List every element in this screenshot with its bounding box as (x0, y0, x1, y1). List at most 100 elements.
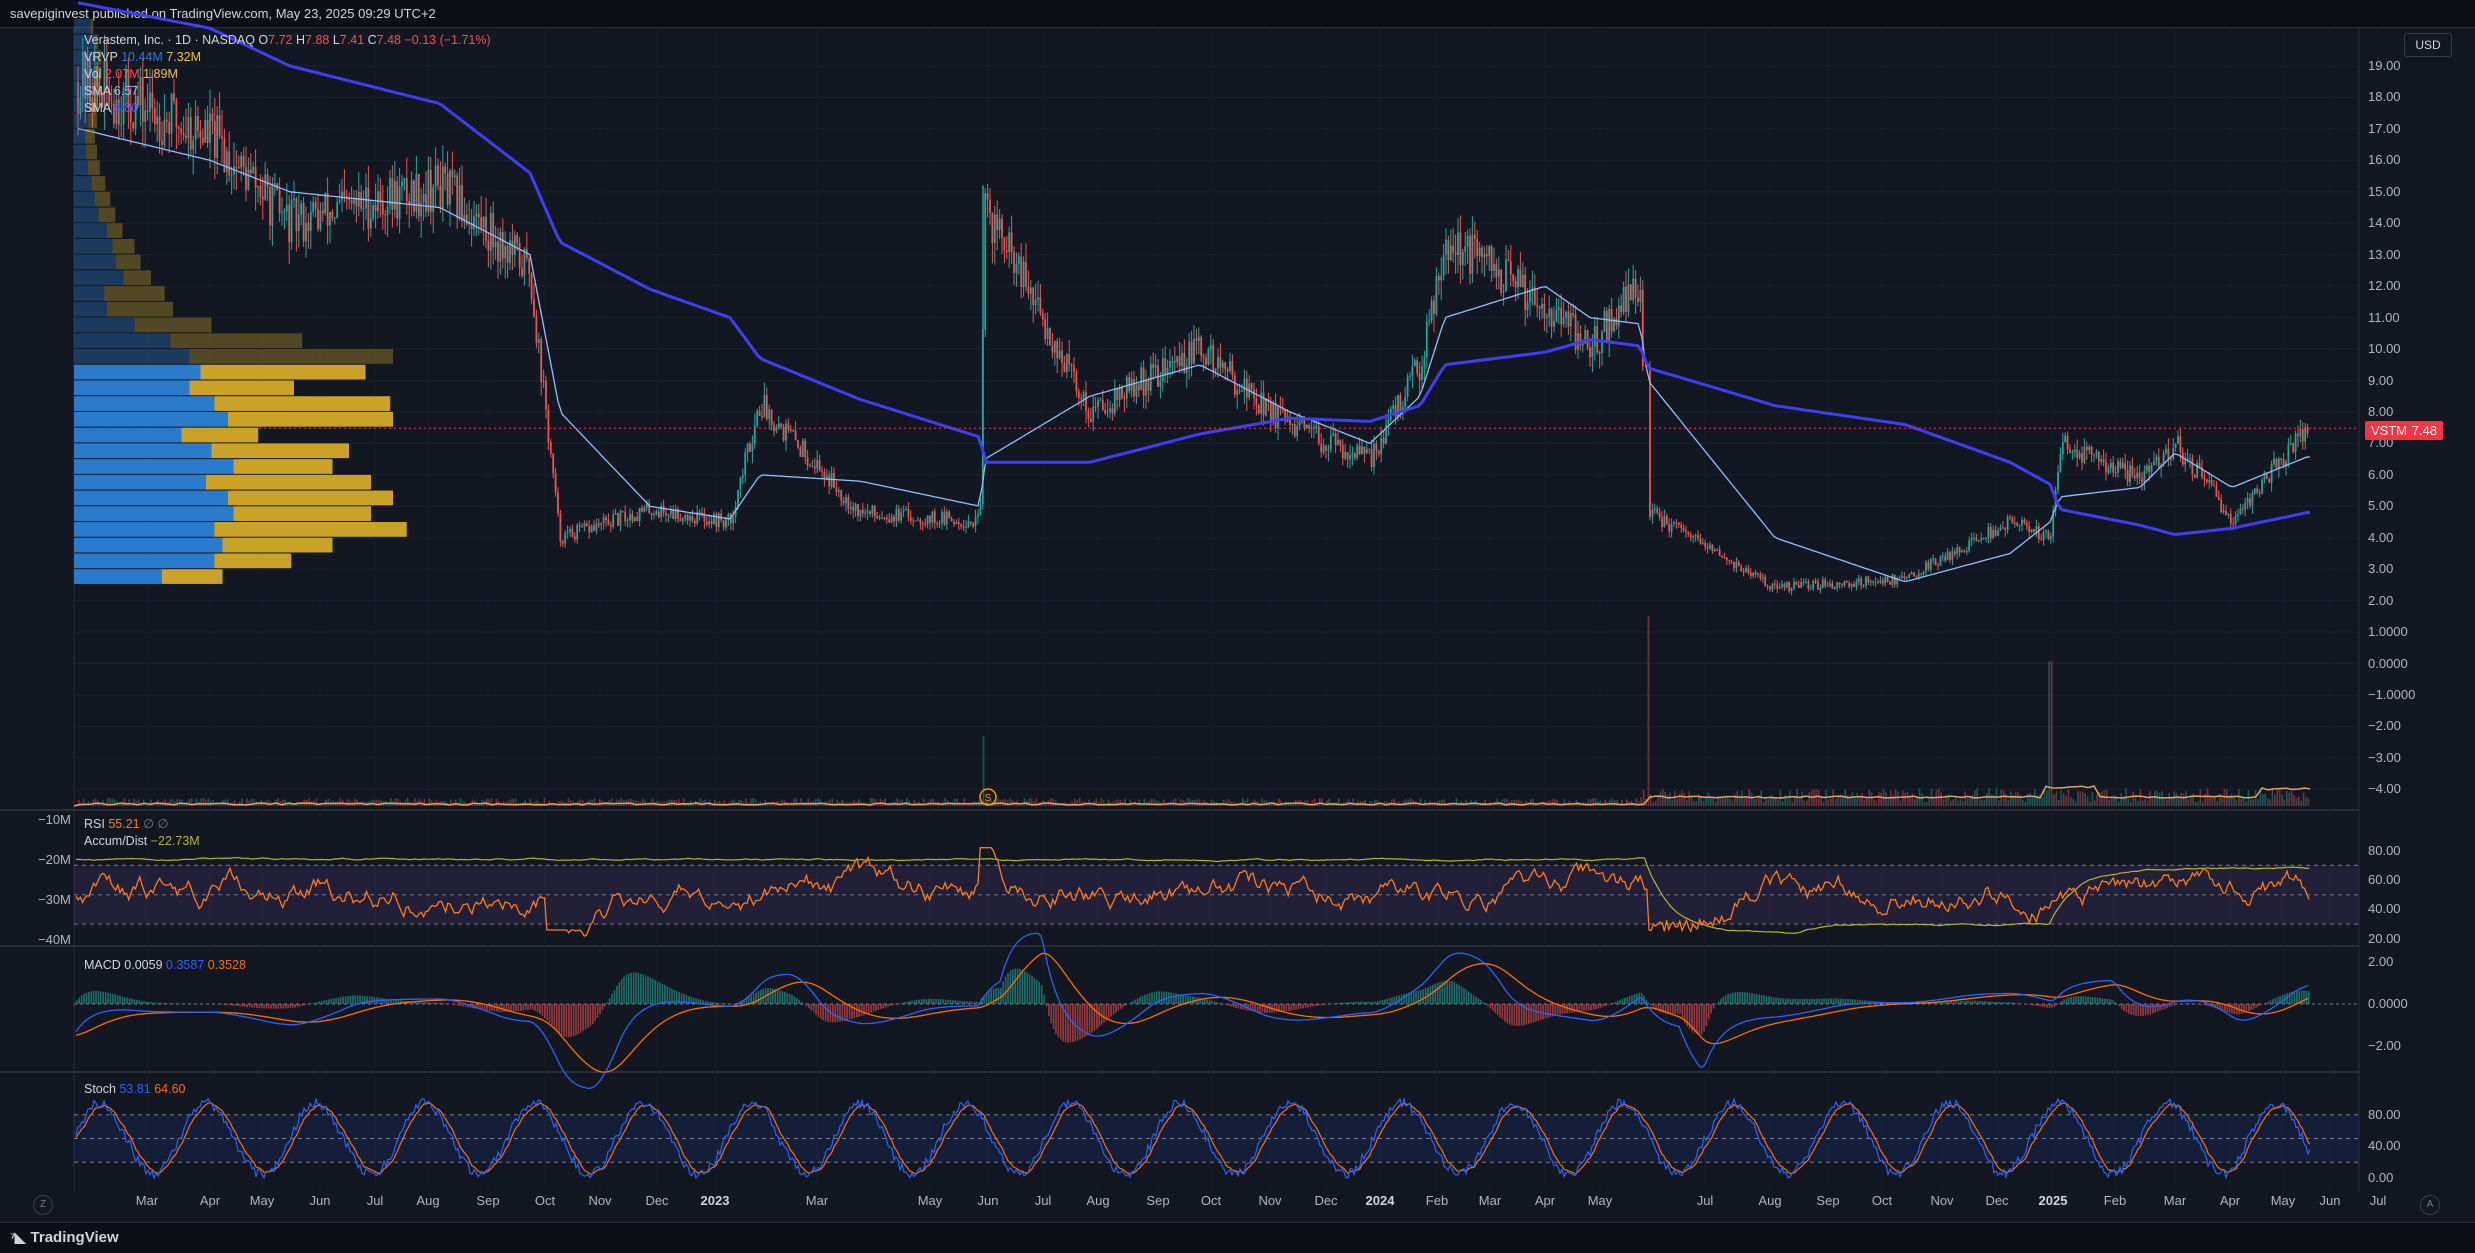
vp-up-bar (74, 145, 86, 160)
vp-up-bar (74, 255, 116, 270)
macd-hist-bar (1067, 1004, 1069, 1043)
candle-body (1066, 354, 1068, 372)
candle-body (2268, 479, 2270, 483)
time-tick-label: Oct (1872, 1193, 1892, 1208)
macd-tick-label: 2.00 (2368, 954, 2393, 969)
candle-body (588, 526, 590, 533)
volume-bar (1364, 800, 1366, 806)
candle-body (1133, 379, 1135, 397)
vrvp-up: 10.44M (121, 50, 163, 64)
macd-hist-bar (861, 1004, 863, 1016)
macd-hist-bar (1350, 1002, 1352, 1004)
volume-bar (1904, 793, 1906, 806)
candle-body (2280, 459, 2282, 460)
macd-tick-label: −2.00 (2368, 1038, 2401, 1053)
candle-body (586, 523, 588, 526)
rsi-legend[interactable]: RSI 55.21 ∅ ∅ (84, 816, 168, 832)
macd-hist-bar (1960, 1001, 1962, 1004)
macd-hist-bar (1070, 1004, 1072, 1043)
macd-hist-bar (921, 999, 923, 1004)
macd-hist-bar (825, 1004, 827, 1021)
macd-hist-bar (1079, 1004, 1081, 1039)
price-tick-label: 19.00 (2368, 58, 2401, 73)
volume-bar (2008, 800, 2010, 806)
volume-bar (1842, 797, 1844, 806)
price-chart[interactable]: S (0, 0, 2475, 1252)
macd-hist-bar (90, 991, 92, 1004)
macd-hist-bar (578, 1004, 580, 1034)
candle-body (1664, 516, 1666, 528)
sma-slow-legend[interactable]: SMA 4.80 (84, 100, 138, 116)
macd-hist-bar (112, 994, 114, 1004)
vrvp-legend[interactable]: VRVP 10.44M 7.32M (84, 49, 201, 65)
volume-bar (1189, 799, 1191, 806)
tradingview-logo[interactable]: ⁷◣TradingView (10, 1229, 119, 1246)
candle-body (1656, 509, 1658, 513)
volume-bar (1175, 799, 1177, 806)
zoom-button[interactable]: Z (33, 1195, 53, 1215)
macd-hist-bar (1480, 1000, 1482, 1004)
candle-body (2007, 517, 2009, 530)
candle-body (1971, 538, 1973, 540)
candle-body (260, 186, 262, 197)
macd-legend[interactable]: MACD 0.0059 0.3587 0.3528 (84, 957, 246, 973)
macd-hist-bar (1850, 999, 1852, 1004)
macd-hist-bar (1410, 992, 1412, 1004)
stoch-legend[interactable]: Stoch 53.81 64.60 (84, 1081, 186, 1097)
candle-body (2208, 480, 2210, 482)
candle-body (1515, 281, 1517, 287)
macd-hist-bar (1790, 999, 1792, 1004)
volume-bar (2063, 793, 2065, 806)
volume-bar (1120, 800, 1122, 806)
auto-scale-button[interactable]: A (2420, 1195, 2440, 1215)
candle-body (1925, 562, 1927, 571)
volume-bar (1847, 795, 1849, 806)
candle-body (1083, 392, 1085, 399)
macd-hist-bar (1677, 1004, 1679, 1014)
vp-up-bar (74, 443, 212, 458)
rsi-band (74, 865, 2359, 924)
candle-body (1697, 535, 1699, 538)
candle-body (1500, 269, 1502, 293)
candle-body (1688, 532, 1690, 535)
volume-legend[interactable]: Vol 2.07M 1.89M (84, 66, 178, 82)
macd-hist-bar (1804, 999, 1806, 1004)
candle-body (905, 509, 907, 510)
sma-fast-legend[interactable]: SMA 6.57 (84, 83, 138, 99)
candle-body (1457, 232, 1459, 254)
macd-hist-bar (1761, 995, 1763, 1004)
candle-body (1424, 357, 1426, 366)
candle-body (444, 166, 446, 173)
volume-bar (1828, 800, 1830, 806)
macd-hist-bar (628, 973, 630, 1004)
volume-bar (380, 800, 382, 806)
candle-body (1275, 402, 1277, 428)
macd-hist-bar (1732, 993, 1734, 1004)
macd-hist-bar (1739, 992, 1741, 1004)
candle-body (1606, 311, 1608, 341)
candle-body (2259, 493, 2261, 494)
candle-body (1116, 388, 1118, 399)
vp-up-bar (74, 396, 214, 411)
candle-body (171, 93, 173, 133)
macd-hist-bar (1758, 995, 1760, 1004)
candle-body (2278, 459, 2280, 468)
volume-bar (308, 798, 310, 806)
currency-button[interactable]: USD (2404, 33, 2452, 57)
candle-body (1976, 538, 1978, 541)
candle-body (1812, 581, 1814, 589)
candle-body (668, 515, 670, 516)
ad-legend[interactable]: Accum/Dist −22.73M (84, 833, 200, 849)
time-tick-label: Aug (1086, 1193, 1109, 1208)
candle-body (1328, 449, 1330, 450)
time-tick-label: May (250, 1193, 275, 1208)
candle-body (1320, 444, 1322, 453)
candle-body (972, 523, 974, 526)
vol-label: Vol (84, 67, 101, 81)
macd-hist-bar (1048, 1004, 1050, 1016)
candle-body (1628, 284, 1630, 311)
candle-body (1988, 527, 1990, 538)
volume-bar (1991, 794, 1993, 806)
macd-hist-bar (556, 1004, 558, 1030)
volume-bar (1600, 801, 1602, 806)
